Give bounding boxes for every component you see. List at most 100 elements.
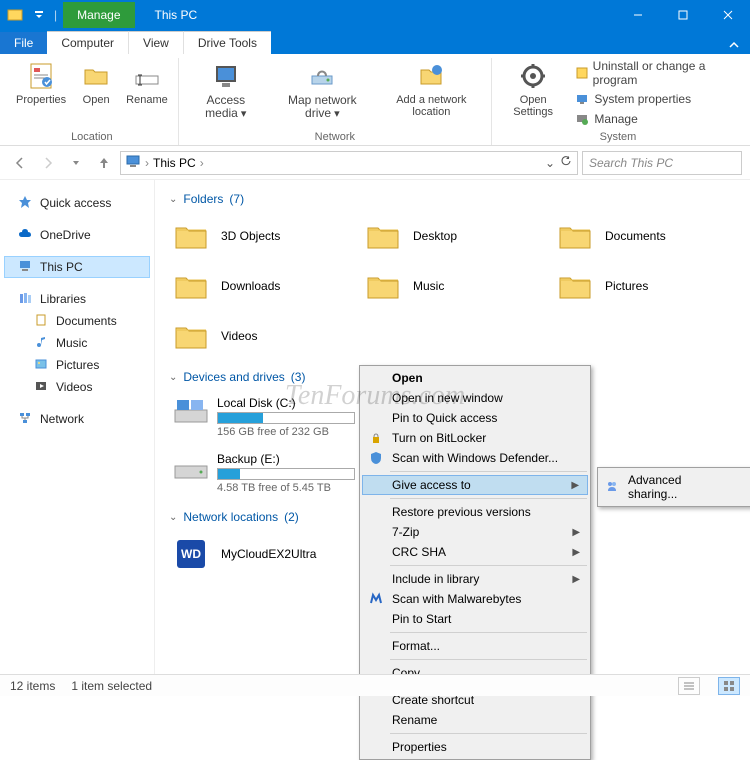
address-bar[interactable]: › This PC › ⌄ — [120, 151, 578, 175]
ctx-defender[interactable]: Scan with Windows Defender... — [362, 448, 588, 468]
nav-lib-videos[interactable]: Videos — [20, 376, 150, 398]
ctx-malwarebytes[interactable]: Scan with Malwarebytes — [362, 589, 588, 609]
ctx-restore-previous[interactable]: Restore previous versions — [362, 502, 588, 522]
add-network-location-button[interactable]: Add a network location — [378, 58, 485, 120]
star-icon — [18, 195, 34, 211]
qat-separator: | — [54, 8, 57, 22]
status-selection-count: 1 item selected — [71, 679, 152, 693]
forward-button[interactable] — [36, 151, 60, 175]
folder-icon — [171, 216, 211, 256]
properties-icon — [25, 60, 57, 92]
title-bar: | Manage This PC — [0, 0, 750, 30]
folder-label: Downloads — [221, 279, 280, 293]
nav-lib-music[interactable]: Music — [20, 332, 150, 354]
drive-tile[interactable]: Local Disk (C:)156 GB free of 232 GB — [169, 392, 359, 442]
recent-dropdown[interactable] — [64, 151, 88, 175]
ribbon-group-system: Open Settings Uninstall or change a prog… — [492, 58, 744, 145]
group-folders-header[interactable]: ⌄Folders (7) — [169, 188, 736, 214]
status-item-count: 12 items — [10, 679, 55, 693]
maximize-button[interactable] — [660, 0, 705, 30]
rename-label: Rename — [126, 94, 168, 106]
breadcrumb[interactable]: This PC — [153, 156, 196, 170]
uninstall-icon — [574, 65, 588, 81]
close-button[interactable] — [705, 0, 750, 30]
nav-lib-documents[interactable]: Documents — [20, 310, 150, 332]
collapse-ribbon-button[interactable] — [718, 39, 750, 54]
nav-quick-access[interactable]: Quick access — [4, 192, 150, 214]
ctx-properties[interactable]: Properties — [362, 737, 588, 757]
search-input[interactable]: Search This PC — [582, 151, 742, 175]
drive-tile[interactable]: Backup (E:)4.58 TB free of 5.45 TB — [169, 448, 359, 498]
folder-label: Pictures — [605, 279, 648, 293]
ctx-include-in-library[interactable]: Include in library▶ — [362, 569, 588, 589]
libraries-icon — [18, 291, 34, 307]
disk-usage-bar — [217, 412, 355, 424]
folder-tile[interactable]: Pictures — [553, 264, 721, 308]
submenu-advanced-sharing[interactable]: Advanced sharing... — [600, 470, 750, 504]
folder-tile[interactable]: Music — [361, 264, 529, 308]
properties-label: Properties — [16, 94, 66, 106]
rename-icon — [131, 60, 163, 92]
map-drive-icon — [306, 60, 338, 92]
access-media-button[interactable]: Access media ▾ — [185, 58, 267, 122]
folder-icon — [171, 316, 211, 356]
share-icon — [605, 479, 621, 495]
manage-button[interactable]: Manage — [572, 110, 738, 128]
rename-button[interactable]: Rename — [122, 58, 172, 108]
network-location-tile[interactable]: WDMyCloudEX2Ultra — [169, 532, 337, 576]
computer-tab[interactable]: Computer — [47, 31, 128, 54]
map-drive-button[interactable]: Map network drive ▾ — [271, 58, 374, 122]
music-icon — [34, 335, 50, 351]
thumbnails-view-button[interactable] — [718, 677, 740, 695]
open-button[interactable]: Open — [74, 58, 118, 108]
ctx-pin-to-start[interactable]: Pin to Start — [362, 609, 588, 629]
minimize-button[interactable] — [615, 0, 660, 30]
ctx-give-access-to[interactable]: Give access to▶ — [362, 475, 588, 495]
contextual-tab-header: Manage — [63, 2, 134, 28]
file-tab[interactable]: File — [0, 32, 47, 54]
qat-dropdown-icon[interactable] — [30, 6, 48, 24]
drive-tools-tab[interactable]: Drive Tools — [183, 31, 271, 54]
disk-usage-bar — [217, 468, 355, 480]
map-drive-label: Map network drive ▾ — [275, 94, 370, 120]
ctx-open-new-window[interactable]: Open in new window — [362, 388, 588, 408]
ctx-rename[interactable]: Rename — [362, 710, 588, 730]
ribbon-group-network: Access media ▾ Map network drive ▾ Add a… — [179, 58, 492, 145]
folder-tile[interactable]: Desktop — [361, 214, 529, 258]
back-button[interactable] — [8, 151, 32, 175]
nav-this-pc[interactable]: This PC — [4, 256, 150, 278]
drive-name: Backup (E:) — [217, 452, 355, 466]
folder-tile[interactable]: Videos — [169, 314, 337, 358]
nav-network[interactable]: Network — [4, 408, 150, 430]
view-tab[interactable]: View — [128, 31, 183, 54]
ribbon-tabs: File Computer View Drive Tools — [0, 30, 750, 54]
ribbon-group-location: Properties Open Rename Location — [6, 58, 179, 145]
folder-icon — [363, 216, 403, 256]
address-dropdown-icon[interactable]: ⌄ — [545, 156, 555, 170]
ctx-bitlocker[interactable]: Turn on BitLocker — [362, 428, 588, 448]
uninstall-button[interactable]: Uninstall or change a program — [572, 58, 738, 88]
system-properties-button[interactable]: System properties — [572, 90, 738, 108]
ctx-7zip[interactable]: 7-Zip▶ — [362, 522, 588, 542]
nav-lib-pictures[interactable]: Pictures — [20, 354, 150, 376]
open-settings-button[interactable]: Open Settings — [498, 58, 568, 120]
folder-tile[interactable]: Documents — [553, 214, 721, 258]
ctx-open[interactable]: Open — [362, 368, 588, 388]
ctx-crc-sha[interactable]: CRC SHA▶ — [362, 542, 588, 562]
ribbon-group-label: Network — [185, 129, 485, 145]
open-settings-label: Open Settings — [502, 94, 564, 118]
up-button[interactable] — [92, 151, 116, 175]
nav-onedrive[interactable]: OneDrive — [4, 224, 150, 246]
nav-libraries[interactable]: Libraries — [4, 288, 150, 310]
folder-tile[interactable]: 3D Objects — [169, 214, 337, 258]
folder-tile[interactable]: Downloads — [169, 264, 337, 308]
folder-icon — [555, 216, 595, 256]
properties-button[interactable]: Properties — [12, 58, 70, 108]
ctx-pin-quick-access[interactable]: Pin to Quick access — [362, 408, 588, 428]
drive-icon — [173, 398, 209, 426]
details-view-button[interactable] — [678, 677, 700, 695]
pc-icon — [18, 259, 34, 275]
ctx-format[interactable]: Format... — [362, 636, 588, 656]
refresh-button[interactable] — [559, 154, 573, 171]
app-icon — [6, 6, 24, 24]
